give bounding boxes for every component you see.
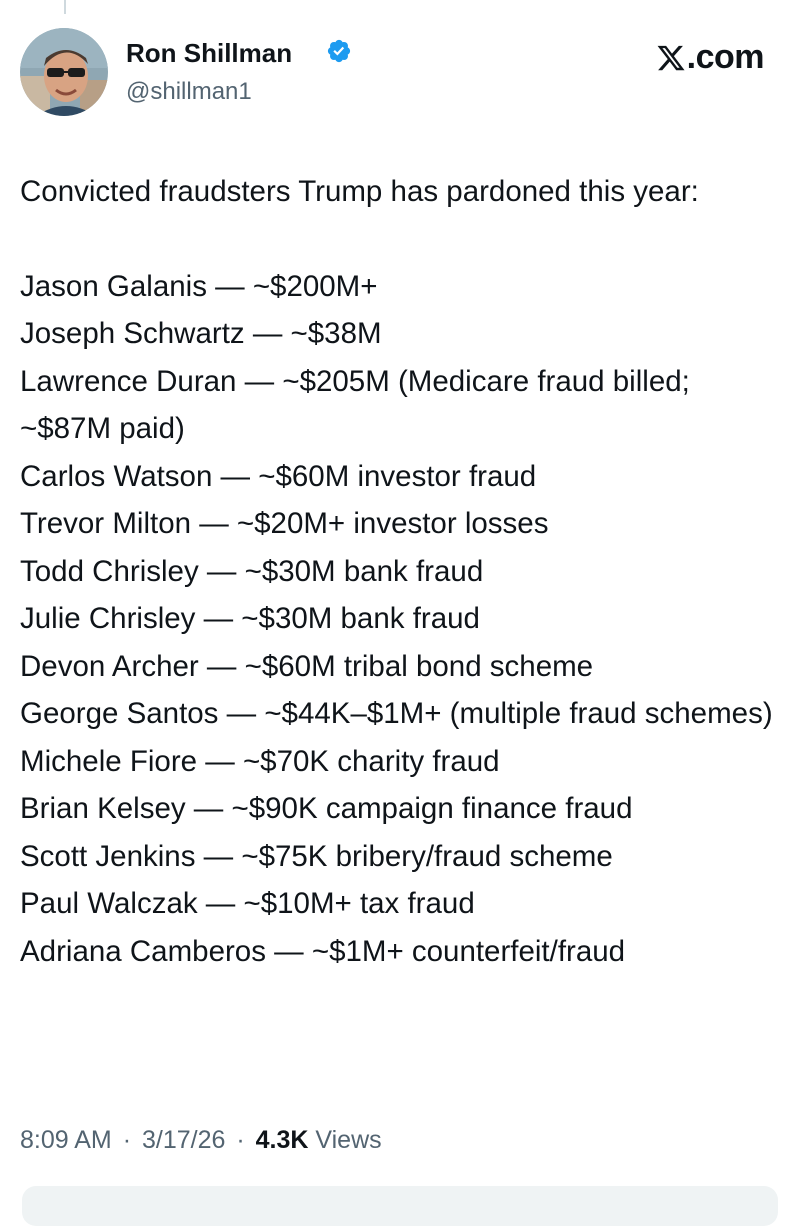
list-item: Brian Kelsey — ~$90K campaign finance fr… [20, 792, 633, 825]
author-name[interactable]: Ron Shillman [126, 38, 292, 69]
pardon-list: Jason Galanis — ~$200M+ Joseph Schwartz … [20, 263, 780, 976]
post-time[interactable]: 8:09 AM [20, 1126, 112, 1154]
list-item: Carlos Watson — ~$60M investor fraud [20, 459, 537, 493]
list-item: Trevor Milton — ~$20M+ investor losses [20, 507, 549, 540]
author-handle[interactable]: @shillman1 [126, 78, 252, 106]
list-item: George Santos — ~$44K–$1M+ (multiple fra… [20, 697, 773, 730]
list-item: Todd Chrisley — ~$30M bank fraud [20, 554, 484, 588]
tweet-intro: Convicted fraudsters Trump has pardoned … [20, 175, 699, 208]
verified-badge-icon [327, 39, 351, 63]
post-date[interactable]: 3/17/26 [142, 1126, 225, 1154]
list-item: Paul Walczak — ~$10M+ tax fraud [20, 887, 475, 920]
list-item: Michele Fiore — ~$70K charity fraud [20, 744, 500, 778]
list-item: Adriana Camberos — ~$1M+ counterfeit/fra… [20, 934, 626, 968]
tweet-body: Convicted fraudsters Trump has pardoned … [20, 168, 780, 975]
avatar-photo [20, 28, 108, 116]
meta-separator: · [122, 1126, 132, 1154]
views-label: Views [315, 1126, 382, 1154]
list-item: Lawrence Duran — ~$205M (Medicare fraud … [20, 364, 690, 446]
list-item: Joseph Schwartz — ~$38M [20, 317, 382, 350]
thread-connector-line [64, 0, 66, 14]
list-item: Devon Archer — ~$60M tribal bond scheme [20, 649, 594, 683]
list-item: Jason Galanis — ~$200M+ [20, 269, 378, 303]
tweet-meta: 8:09 AM · 3/17/26 · 4.3K Views [20, 1126, 382, 1155]
x-logo-icon [657, 45, 685, 70]
reply-box[interactable] [22, 1186, 778, 1226]
list-item: Julie Chrisley — ~$30M bank fraud [20, 602, 480, 635]
source-text: .com [686, 38, 765, 76]
meta-separator: · [236, 1126, 245, 1154]
avatar[interactable] [20, 28, 108, 116]
tweet-header: Ron Shillman @shillman1 .com [0, 24, 800, 124]
source-badge: .com [656, 38, 765, 77]
list-item: Scott Jenkins — ~$75K bribery/fraud sche… [20, 839, 613, 873]
views-count[interactable]: 4.3K [256, 1126, 309, 1154]
